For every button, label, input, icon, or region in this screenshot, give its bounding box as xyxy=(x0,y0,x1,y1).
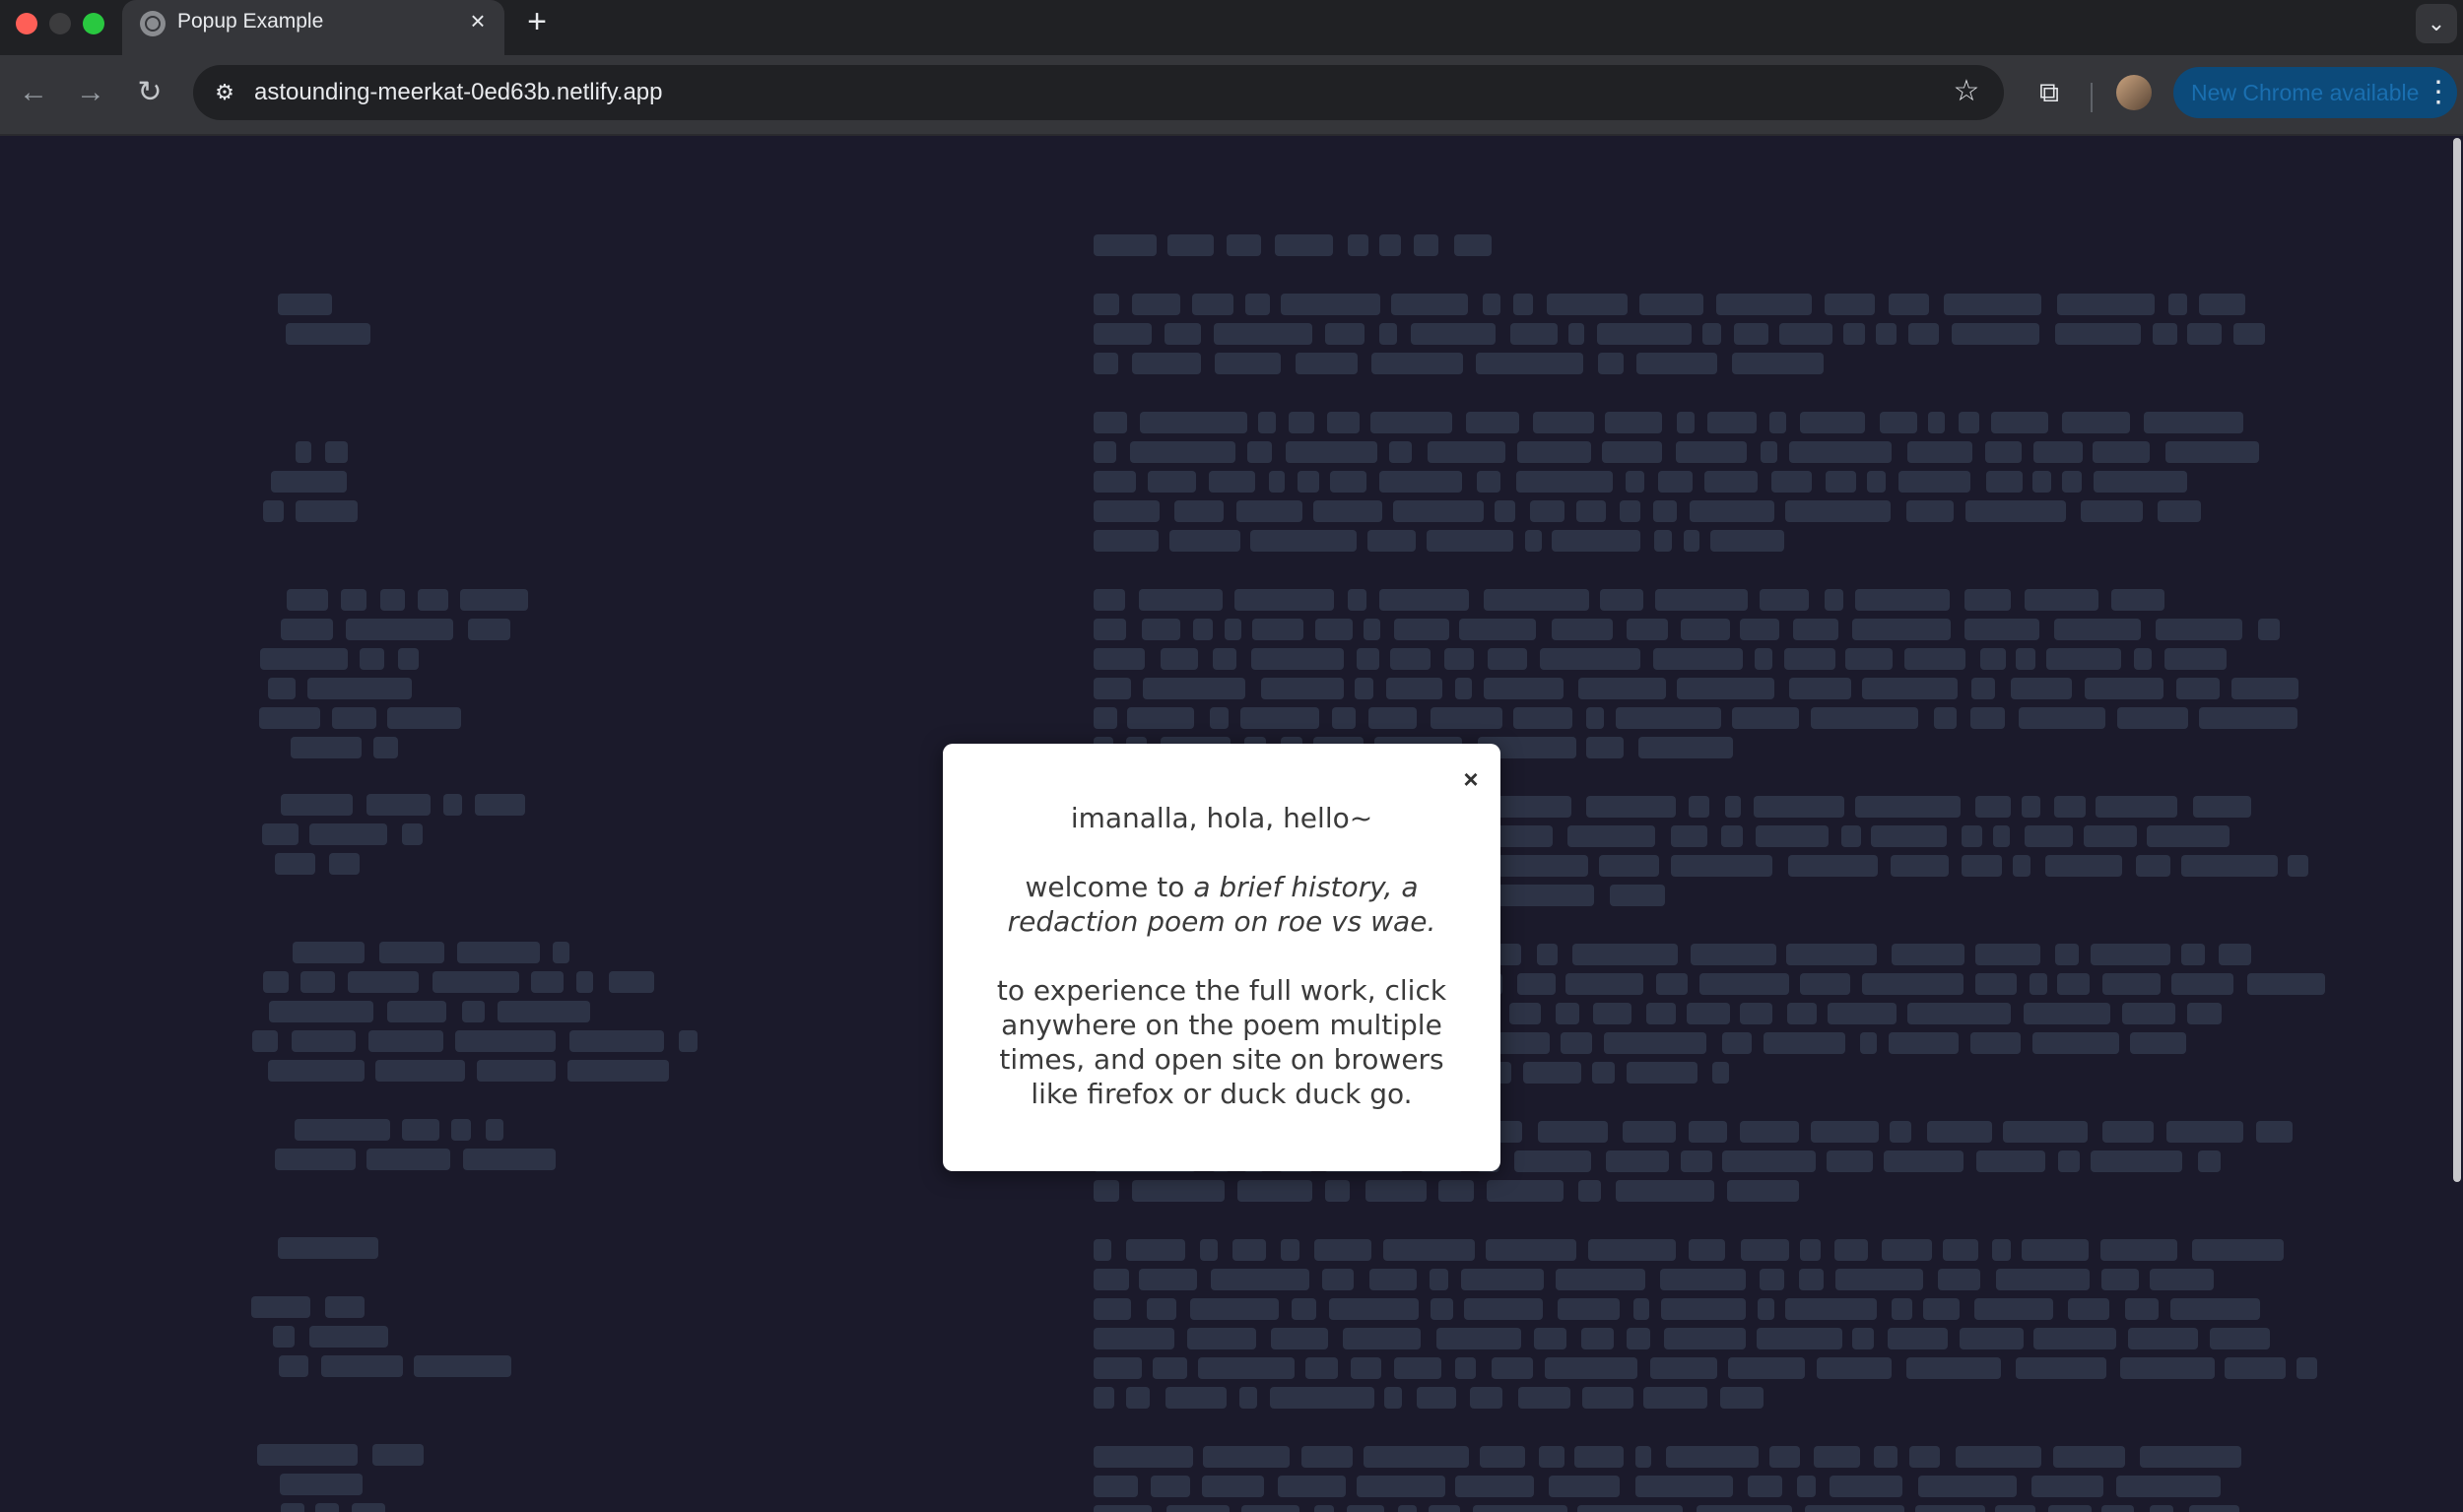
address-bar[interactable]: ⚙ astounding-meerkat-0ed63b.netlify.app … xyxy=(193,65,2004,120)
welcome-popup: × imanalla, hola, hello~ welcome to a br… xyxy=(943,744,1500,1171)
browser-tab[interactable]: Popup Example × xyxy=(122,0,504,55)
reload-icon[interactable]: ↻ xyxy=(130,73,169,112)
window-close-button[interactable] xyxy=(16,13,37,34)
tab-close-icon[interactable]: × xyxy=(463,6,493,35)
browser-toolbar: ← → ↻ ⚙ astounding-meerkat-0ed63b.netlif… xyxy=(0,55,2463,136)
chrome-update-button[interactable]: New Chrome available ⋮ xyxy=(2173,67,2457,118)
redaction-poem-page[interactable]: × imanalla, hola, hello~ welcome to a br… xyxy=(0,136,2451,1512)
site-settings-icon[interactable]: ⚙ xyxy=(205,73,244,112)
update-button-label: New Chrome available xyxy=(2191,80,2420,105)
toolbar-divider xyxy=(2091,83,2093,112)
window-minimize-button[interactable] xyxy=(49,13,71,34)
window-maximize-button[interactable] xyxy=(83,13,104,34)
forward-arrow-icon[interactable]: → xyxy=(71,73,110,112)
welcome-prefix: welcome to xyxy=(1025,871,1194,903)
tab-strip: Popup Example × + ⌄ xyxy=(0,0,2463,55)
bookmark-star-icon[interactable]: ☆ xyxy=(1947,72,1986,111)
page-scrollbar[interactable] xyxy=(2451,136,2463,1512)
extensions-puzzle-icon[interactable]: ⧉ xyxy=(2030,73,2069,112)
profile-avatar[interactable] xyxy=(2116,75,2152,110)
popup-welcome: welcome to a brief history, a redaction … xyxy=(972,870,1471,939)
back-arrow-icon[interactable]: ← xyxy=(14,73,53,112)
scrollbar-thumb[interactable] xyxy=(2453,138,2461,1182)
tab-search-chevron-icon[interactable]: ⌄ xyxy=(2416,4,2457,43)
popup-close-icon[interactable]: × xyxy=(1457,765,1485,793)
kebab-menu-icon[interactable]: ⋮ xyxy=(2424,73,2453,112)
popup-instructions: to experience the full work, click anywh… xyxy=(996,974,1447,1110)
globe-icon xyxy=(140,11,166,36)
popup-greeting: imanalla, hola, hello~ xyxy=(1070,802,1373,834)
popup-message: imanalla, hola, hello~ welcome to a brie… xyxy=(972,801,1471,1111)
tab-title: Popup Example xyxy=(177,10,324,33)
new-tab-button[interactable]: + xyxy=(520,2,554,41)
url-text[interactable]: astounding-meerkat-0ed63b.netlify.app xyxy=(254,79,663,106)
